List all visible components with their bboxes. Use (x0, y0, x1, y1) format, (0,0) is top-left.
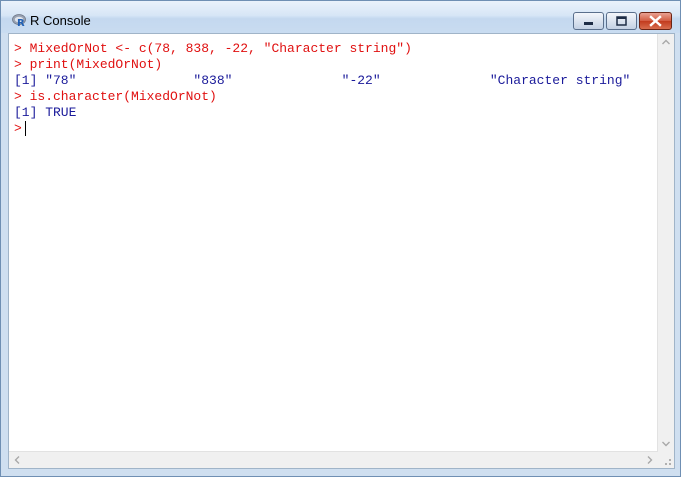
maximize-icon (616, 16, 627, 26)
minimize-button[interactable] (573, 12, 604, 30)
r-console-window: R R Console > MixedOrNot <- c(78, 838, -… (0, 0, 681, 477)
title-bar[interactable]: R R Console (1, 1, 680, 33)
console-output[interactable]: > MixedOrNot <- c(78, 838, -22, "Charact… (9, 34, 657, 448)
console-line: > print(MixedOrNot) (14, 57, 163, 72)
r-logo-icon: R (12, 14, 26, 27)
scroll-up-arrow-icon[interactable] (658, 34, 674, 50)
console-line: > MixedOrNot <- c(78, 838, -22, "Charact… (14, 41, 412, 56)
scroll-right-arrow-icon[interactable] (642, 452, 658, 468)
maximize-button[interactable] (606, 12, 637, 30)
prompt-symbol: > (14, 121, 22, 136)
size-grip-dots (665, 459, 671, 465)
resize-grip-icon[interactable] (658, 452, 674, 468)
console-line: > is.character(MixedOrNot) (14, 89, 217, 104)
console-client-area: > MixedOrNot <- c(78, 838, -22, "Charact… (8, 33, 675, 469)
close-button[interactable] (639, 12, 672, 30)
close-icon (649, 15, 662, 27)
scroll-down-arrow-icon[interactable] (658, 436, 674, 452)
prompt-line[interactable]: > (14, 121, 657, 137)
minimize-icon (584, 22, 593, 25)
vertical-scrollbar[interactable] (657, 34, 674, 452)
horizontal-scrollbar[interactable] (9, 451, 658, 468)
window-title: R Console (30, 13, 91, 28)
console-line: [1] TRUE (14, 105, 77, 120)
svg-text:R: R (17, 18, 25, 27)
text-caret (24, 121, 26, 136)
console-line: [1] "78" "838" "-22" "Character string" (14, 73, 631, 88)
scroll-left-arrow-icon[interactable] (9, 452, 25, 468)
